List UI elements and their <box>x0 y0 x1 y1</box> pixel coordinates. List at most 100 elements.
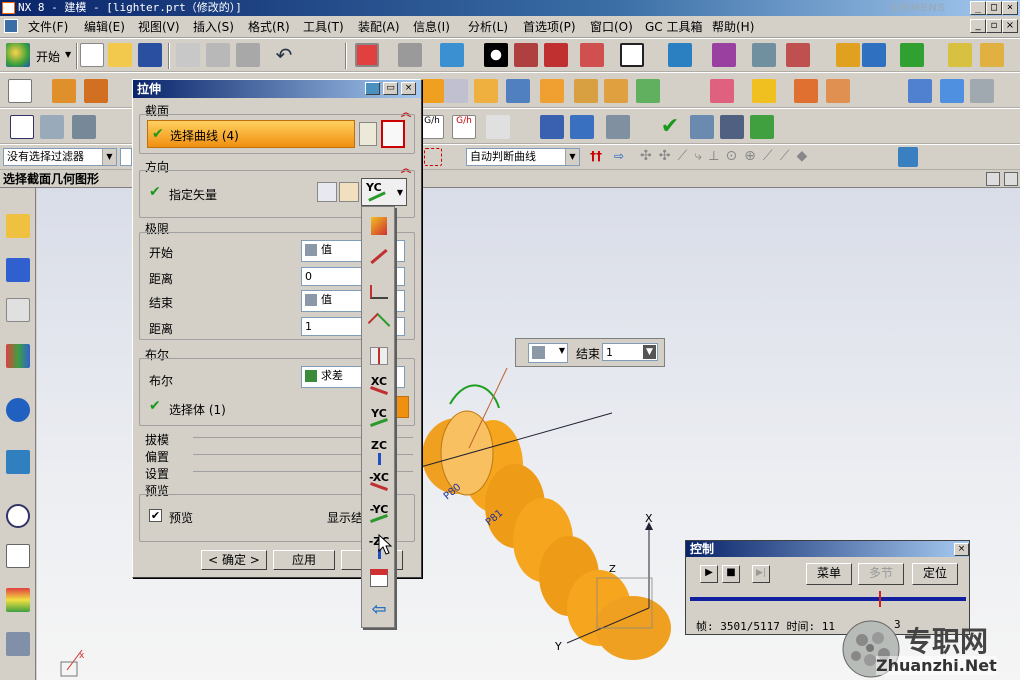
orient-view-icon[interactable] <box>484 43 508 67</box>
layer-icon[interactable] <box>668 43 692 67</box>
assembly-navigator-icon[interactable] <box>6 214 30 238</box>
undo-icon[interactable]: ↶ <box>272 43 296 67</box>
step-button[interactable]: 多节 <box>858 563 904 585</box>
grid-toggle-icon[interactable] <box>986 172 1000 186</box>
menu-tools[interactable]: 工具(T) <box>303 19 344 35</box>
history-icon[interactable] <box>6 504 30 528</box>
surface-icon[interactable] <box>908 79 932 103</box>
roles-icon[interactable] <box>6 588 30 612</box>
vector-zc-option[interactable]: ZC <box>365 437 393 467</box>
pocket-icon[interactable] <box>474 79 498 103</box>
wrap-icon[interactable] <box>606 115 630 139</box>
info-icon[interactable] <box>6 398 30 422</box>
angle-icon[interactable] <box>980 43 1004 67</box>
preview-checkbox[interactable]: ✔ <box>149 509 162 522</box>
menu-insert[interactable]: 插入(S) <box>193 19 234 35</box>
reverse-direction-icon[interactable] <box>317 182 337 202</box>
pad-icon[interactable] <box>506 79 530 103</box>
sketch-icon[interactable] <box>8 79 32 103</box>
open-icon[interactable] <box>108 43 132 67</box>
revolve-icon[interactable] <box>84 79 108 103</box>
menu-help[interactable]: 帮助(H) <box>712 19 754 35</box>
edge-blend-icon[interactable] <box>574 79 598 103</box>
start-label[interactable]: 开始 <box>36 48 60 65</box>
end-popup-input[interactable]: 1 ▼ <box>602 343 658 361</box>
menu-gc-toolbox[interactable]: GC 工具箱 <box>645 19 703 35</box>
layers-icon[interactable] <box>40 115 64 139</box>
stack-icon[interactable] <box>72 115 96 139</box>
wcs-icon[interactable] <box>786 43 810 67</box>
background-icon[interactable] <box>620 43 644 67</box>
chamfer-icon[interactable] <box>604 79 628 103</box>
dialog-close-button[interactable]: × <box>401 82 416 95</box>
box-icon[interactable] <box>514 43 538 67</box>
dialog-hide-button[interactable]: ▭ <box>383 82 398 95</box>
process-studio-icon[interactable] <box>6 544 30 568</box>
select-curve-row[interactable]: ✔ 选择曲线 (4) <box>147 120 355 148</box>
close-button[interactable]: × <box>1002 1 1018 15</box>
menu-edit[interactable]: 编辑(E) <box>84 19 125 35</box>
offset-group-header[interactable]: 偏置 <box>145 448 169 465</box>
vector-view-direction-option[interactable] <box>365 565 393 595</box>
select-body-label[interactable]: 选择体 (1) <box>169 401 226 418</box>
doc-close-button[interactable]: × <box>1002 19 1018 33</box>
vector-neg-xc-option[interactable]: -XC <box>365 469 393 499</box>
vector-angle-option[interactable] <box>365 279 393 309</box>
vector-two-points-option[interactable] <box>365 247 393 277</box>
start-icon[interactable] <box>6 43 30 67</box>
sweep-icon[interactable] <box>970 79 994 103</box>
app-menu-icon[interactable] <box>4 19 18 33</box>
mirror-icon[interactable] <box>752 79 776 103</box>
progress-track[interactable] <box>690 597 966 601</box>
shell-icon[interactable] <box>636 79 660 103</box>
vector-inferred-option[interactable] <box>365 213 393 243</box>
stop-button[interactable]: ■ <box>722 565 740 583</box>
cut-icon[interactable] <box>176 43 200 67</box>
menu-file[interactable]: 文件(F) <box>28 19 68 35</box>
select-body-icon[interactable] <box>395 396 409 418</box>
menu-window[interactable]: 窗口(O) <box>590 19 633 35</box>
rendering-style-icon[interactable] <box>398 43 422 67</box>
unite-icon[interactable] <box>540 79 564 103</box>
vector-tangent-option[interactable] <box>365 311 393 341</box>
vector-face-normal-option[interactable] <box>365 343 393 373</box>
new-icon[interactable] <box>80 43 104 67</box>
part-navigator-icon[interactable] <box>6 298 30 322</box>
hole-icon[interactable] <box>420 79 444 103</box>
play-button[interactable]: ▶ <box>700 565 718 583</box>
menu-format[interactable]: 格式(R) <box>248 19 290 35</box>
spring-icon[interactable] <box>570 115 594 139</box>
snap-points-icons[interactable]: ✣✣⟋⤷⟂⊙⊕⟋⟋◆ <box>640 148 814 164</box>
vector-neg-yc-option[interactable]: -YC <box>365 501 393 531</box>
vector-dialog-icon[interactable] <box>339 182 359 202</box>
hand-icon[interactable] <box>486 115 510 139</box>
menu-view[interactable]: 视图(V) <box>138 19 180 35</box>
curve-rule-combo[interactable]: 自动判断曲线 ▼ <box>466 148 580 166</box>
settings-group-header[interactable]: 设置 <box>145 465 169 482</box>
cube-icon[interactable] <box>544 43 568 67</box>
vector-type-dropdown[interactable]: YC ▼ <box>361 178 407 206</box>
boss-icon[interactable] <box>444 79 468 103</box>
mesh-icon[interactable] <box>940 79 964 103</box>
datum-csys-icon[interactable] <box>10 115 34 139</box>
panel-toggle-icon[interactable] <box>1004 172 1018 186</box>
control-close-button[interactable]: × <box>954 543 969 556</box>
locate-button[interactable]: 定位 <box>912 563 958 585</box>
apply-button[interactable]: 应用 <box>273 550 335 570</box>
tree-icon[interactable] <box>690 115 714 139</box>
paste-icon[interactable] <box>236 43 260 67</box>
trim-body-icon[interactable] <box>794 79 818 103</box>
menu-preferences[interactable]: 首选项(P) <box>523 19 576 35</box>
ok-button[interactable]: < 确定 > <box>201 550 267 570</box>
split-body-icon[interactable] <box>826 79 850 103</box>
menu-button[interactable]: 菜单 <box>806 563 852 585</box>
thread-icon[interactable] <box>540 115 564 139</box>
gh-icon[interactable]: G/h <box>420 115 444 139</box>
gh-red-icon[interactable]: G/h <box>452 115 476 139</box>
vector-yc-option[interactable]: YC <box>365 405 393 435</box>
progress-marker[interactable] <box>878 591 881 607</box>
rect-select-icon[interactable] <box>424 148 442 166</box>
vector-xc-option[interactable]: XC <box>365 373 393 403</box>
axis-icon[interactable] <box>750 115 774 139</box>
dialog-reset-button[interactable] <box>365 82 380 95</box>
